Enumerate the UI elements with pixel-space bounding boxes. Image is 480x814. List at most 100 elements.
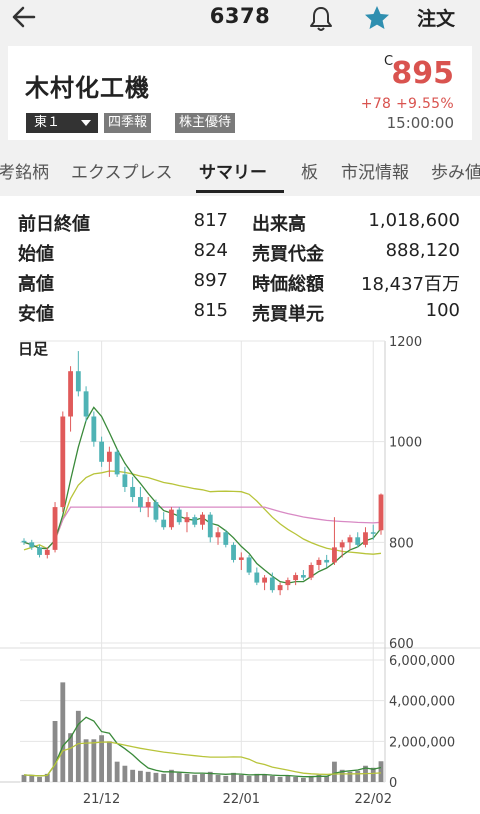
candle-down xyxy=(254,572,260,583)
volume-bar xyxy=(215,774,221,782)
volume-tick-label: 2,000,000 xyxy=(389,735,455,750)
candle-up xyxy=(106,451,112,462)
tab-related-stocks[interactable]: 考銘柄 xyxy=(0,158,49,183)
volume-bar xyxy=(29,775,35,782)
tab-express[interactable]: エクスプレス xyxy=(71,158,173,183)
candle-up xyxy=(60,416,66,508)
volume-bar xyxy=(138,770,143,782)
tab-bar: 考銘柄 エクスプレス サマリー 板 市況情報 歩み値 xyxy=(0,150,480,192)
ma-short-line xyxy=(23,406,382,584)
candle-up xyxy=(308,564,314,578)
active-tab-indicator xyxy=(196,190,284,193)
candle-down xyxy=(29,542,35,548)
tab-summary[interactable]: サマリー xyxy=(199,158,267,183)
star-icon[interactable] xyxy=(363,4,391,32)
candlestick-chart[interactable]: 1200 1000 800 600 6,000,000 4,000,000 2,000,00… xyxy=(0,330,480,814)
summary-value: 815 xyxy=(193,300,228,321)
order-button[interactable]: 注文 xyxy=(417,4,455,31)
candle-up xyxy=(277,585,283,591)
tab-tick-history[interactable]: 歩み値 xyxy=(431,158,480,183)
summary-value: 1,018,600 xyxy=(368,210,460,231)
candle-up xyxy=(44,549,50,555)
candle-up xyxy=(262,577,267,583)
summary-label: 高値 xyxy=(18,274,54,295)
volume-bar xyxy=(370,767,376,782)
volume-bar xyxy=(83,739,89,782)
summary-label: 前日終値 xyxy=(18,214,90,235)
volume-bar xyxy=(145,771,151,782)
volume-bar xyxy=(130,769,136,782)
volume-tick-label: 6,000,000 xyxy=(389,654,455,669)
candle-down xyxy=(161,519,167,528)
volume-bar xyxy=(114,761,120,782)
candle-down xyxy=(138,497,143,508)
volume-bar xyxy=(293,776,299,782)
tab-market-info[interactable]: 市況情報 xyxy=(341,158,409,183)
volume-bar xyxy=(153,772,159,782)
x-tick-label: 22/02 xyxy=(355,792,392,807)
candle-down xyxy=(130,486,136,498)
candle-down xyxy=(192,517,198,525)
volume-bar xyxy=(91,739,97,782)
current-price: 895 xyxy=(391,56,454,91)
candle-down xyxy=(114,451,120,475)
caret-down-icon xyxy=(81,120,91,126)
candle-up xyxy=(145,502,151,508)
tab-order-book[interactable]: 板 xyxy=(301,158,318,183)
candle-up xyxy=(200,514,205,525)
volume-bar xyxy=(238,774,244,782)
x-tick-label: 21/12 xyxy=(83,792,120,807)
summary-value: 888,120 xyxy=(385,240,460,261)
volume-bar xyxy=(176,772,182,782)
summary-value: 824 xyxy=(193,240,228,261)
candle-down xyxy=(355,537,361,545)
candle-up xyxy=(52,507,58,550)
volume-bar xyxy=(106,741,112,782)
summary-value: 817 xyxy=(193,210,228,231)
candle-up xyxy=(363,532,368,545)
candle-down xyxy=(83,391,89,417)
candle-down xyxy=(122,474,128,487)
bell-icon[interactable] xyxy=(308,4,334,32)
volume-bar xyxy=(246,775,252,782)
candle-down xyxy=(75,371,81,392)
volume-tick-label: 4,000,000 xyxy=(389,695,455,710)
market-label: 東１ xyxy=(34,115,61,130)
price-time: 15:00:00 xyxy=(386,114,454,132)
volume-bar xyxy=(355,770,361,782)
volume-bar xyxy=(192,774,198,782)
volume-bar xyxy=(52,721,58,782)
summary-label: 安値 xyxy=(18,304,54,325)
volume-bar xyxy=(122,765,128,782)
market-selector[interactable]: 東１ xyxy=(26,113,98,133)
volume-bar xyxy=(184,773,190,782)
summary-value: 18,437百万 xyxy=(361,274,460,295)
price-change: +78 +9.55% xyxy=(360,96,454,112)
volume-bar xyxy=(378,761,384,782)
summary-value: 897 xyxy=(193,270,228,291)
candle-down xyxy=(91,416,97,442)
volume-bar xyxy=(75,710,81,782)
candle-down xyxy=(176,509,182,523)
summary-label: 売買代金 xyxy=(252,244,324,265)
summary-label: 売買単元 xyxy=(252,304,324,325)
volume-bar xyxy=(300,777,306,782)
daily-chart-panel[interactable]: 日足 1200 1000 800 600 6,000,000 4,000,000 2,000… xyxy=(0,330,480,814)
candle-down xyxy=(99,441,105,462)
candle-up xyxy=(238,557,244,560)
candle-down xyxy=(153,502,159,520)
volume-bar xyxy=(269,775,275,782)
volume-bar xyxy=(37,776,42,782)
candle-up xyxy=(68,371,73,417)
summary-label: 始値 xyxy=(18,244,54,265)
price-tick-label: 1000 xyxy=(389,436,422,451)
candle-up xyxy=(293,575,299,581)
top-bar: 6378 注文 xyxy=(0,0,480,36)
candle-up xyxy=(285,580,291,586)
candle-down xyxy=(231,544,236,560)
volume-bar xyxy=(277,776,283,782)
shareholder-benefit-tag[interactable]: 株主優待 xyxy=(175,113,236,133)
summary-label: 出来高 xyxy=(252,214,306,235)
shikiho-tag[interactable]: 四季報 xyxy=(104,113,152,133)
volume-bar xyxy=(262,774,267,782)
